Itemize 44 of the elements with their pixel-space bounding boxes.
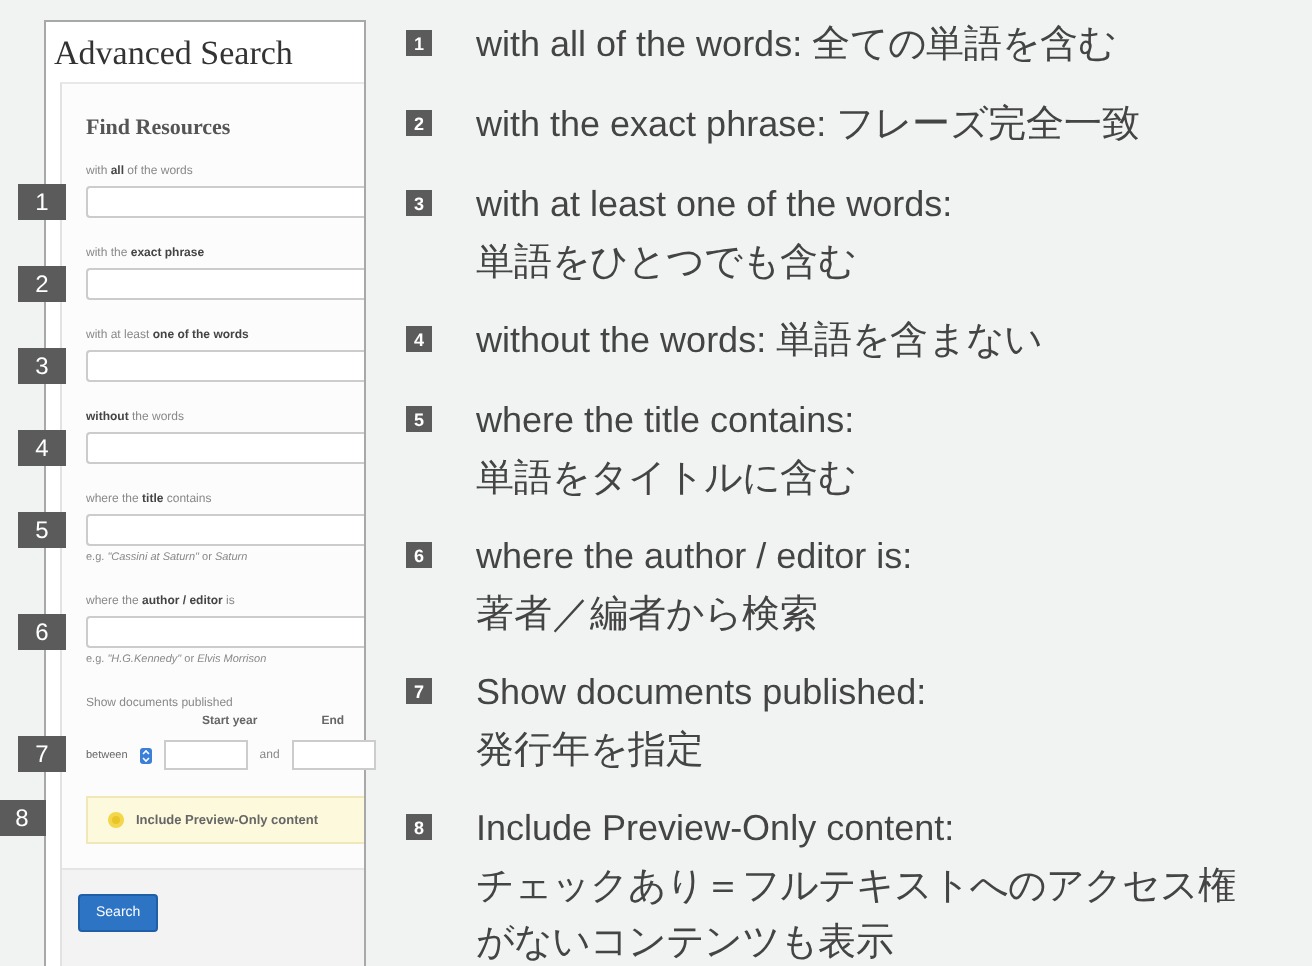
japanese-label: チェックあり＝フルテキストへのアクセス権がないコンテンツも表示: [476, 864, 1238, 966]
spinner-icon: [139, 747, 152, 763]
number-marker: 3: [406, 190, 432, 216]
year-field[interactable]: [291, 740, 376, 770]
number-marker: 6: [18, 614, 66, 650]
checkbox-icon[interactable]: [108, 812, 124, 828]
number-marker: 8: [406, 814, 432, 840]
japanese-label: 全ての単語を含む: [812, 24, 1117, 66]
japanese-label: 発行年を指定: [476, 728, 706, 776]
page-title: Advanced Search: [52, 32, 295, 76]
english-label: where the title contains:: [476, 400, 855, 440]
section-title: Find Resources: [86, 116, 233, 140]
input-field[interactable]: [86, 432, 364, 464]
number-marker: 6: [406, 542, 432, 568]
english-label: Include Preview-Only content:: [476, 808, 955, 848]
input-field[interactable]: [86, 514, 364, 546]
number-marker: 7: [18, 736, 66, 772]
japanese-label: フレーズ完全一致: [836, 104, 1141, 146]
number-marker: 5: [406, 406, 432, 432]
input-field[interactable]: [86, 268, 364, 300]
japanese-label: 単語をひとつでも含む: [476, 240, 858, 288]
japanese-label: 著者／編者から検索: [476, 592, 820, 640]
number-marker: 4: [406, 326, 432, 352]
number-marker: 2: [406, 110, 432, 136]
number-marker: 2: [18, 266, 66, 302]
year-field[interactable]: [163, 740, 248, 770]
number-marker: 3: [18, 348, 66, 384]
input-field[interactable]: [86, 350, 364, 382]
english-label: with the exact phrase:: [476, 104, 827, 144]
english-label: where the author / editor is:: [476, 536, 913, 576]
input-field[interactable]: [86, 186, 364, 218]
japanese-label: 単語をタイトルに含む: [476, 456, 858, 504]
japanese-label: 単語を含まない: [776, 320, 1043, 362]
input-field[interactable]: [86, 616, 364, 648]
number-marker: 5: [18, 512, 66, 548]
english-label: Show documents published:: [476, 672, 927, 712]
number-marker: 4: [18, 430, 66, 466]
number-marker: 8: [0, 800, 46, 836]
english-label: with all of the words:: [476, 24, 803, 64]
number-marker: 7: [406, 678, 432, 704]
english-label: with at least one of the words:: [476, 184, 953, 224]
number-marker: 1: [18, 184, 66, 220]
number-marker: 1: [406, 30, 432, 56]
english-label: without the words:: [476, 320, 767, 360]
